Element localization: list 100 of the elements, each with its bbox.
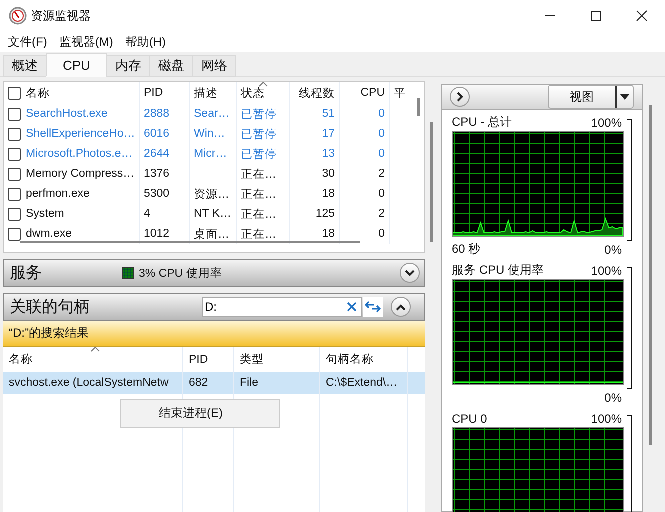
table-cell: Win… bbox=[194, 128, 226, 140]
tab[interactable]: CPU bbox=[46, 53, 108, 77]
column-header[interactable]: 类型 bbox=[240, 352, 264, 367]
table-cell: 0 bbox=[378, 148, 385, 160]
graph-title: 服务 CPU 使用率 bbox=[452, 262, 544, 279]
scrollbar-thumb[interactable] bbox=[417, 98, 420, 116]
table-cell-text: 已暂停 bbox=[241, 148, 277, 162]
column-header[interactable]: CPU bbox=[360, 87, 385, 99]
checkbox[interactable] bbox=[8, 108, 21, 120]
column-header[interactable]: 描述 bbox=[194, 86, 218, 100]
table-cell: 2 bbox=[378, 168, 385, 180]
table-cell: SearchHost.exe bbox=[26, 108, 108, 120]
table-cell-text: 正在… bbox=[241, 168, 276, 182]
expand-button[interactable] bbox=[450, 87, 470, 107]
section-title: 关联的句柄 bbox=[10, 298, 91, 318]
dropdown-button[interactable] bbox=[615, 86, 633, 108]
table-cell: File bbox=[240, 377, 259, 389]
section-header[interactable]: 关联的句柄 D: bbox=[3, 293, 425, 321]
table-cell: 18 bbox=[322, 188, 335, 200]
search-results-banner: “D:”的搜索结果 bbox=[3, 321, 425, 347]
checkbox[interactable] bbox=[8, 128, 21, 140]
table-cell: Sear… bbox=[194, 108, 230, 120]
checkbox[interactable] bbox=[8, 148, 21, 160]
tab[interactable]: 概述 bbox=[3, 55, 47, 77]
table-cell: svchost.exe (LocalSystemNetw bbox=[9, 377, 169, 389]
refresh-button[interactable] bbox=[363, 297, 383, 317]
tab[interactable]: 磁盘 bbox=[149, 55, 194, 77]
menu-item[interactable]: 结束进程(E) bbox=[121, 403, 279, 424]
gauge-icon bbox=[9, 7, 27, 25]
table-cell-text: 正在… bbox=[241, 228, 276, 242]
table-cell: 13 bbox=[322, 148, 335, 160]
table-cell: Memory Compress… bbox=[26, 168, 135, 180]
chevron-right-icon bbox=[456, 92, 464, 102]
menu-item[interactable]: 帮助(H) bbox=[125, 34, 166, 50]
table-cell: 0 bbox=[378, 128, 385, 140]
column-header[interactable]: PID bbox=[144, 87, 164, 99]
chevron-up-icon bbox=[396, 304, 406, 310]
scrollbar-thumb[interactable] bbox=[20, 241, 360, 243]
usage-meter-icon bbox=[122, 267, 134, 279]
column-header[interactable]: 状态 bbox=[241, 86, 265, 100]
checkbox[interactable] bbox=[8, 188, 21, 200]
table-cell: System bbox=[26, 208, 64, 220]
axis-label: 60 秒 bbox=[452, 241, 481, 258]
menu-item[interactable]: 文件(F) bbox=[8, 34, 48, 50]
table-cell: 2644 bbox=[144, 148, 170, 160]
table-cell-text: 正在… bbox=[241, 188, 276, 202]
axis-label: 100% bbox=[591, 412, 622, 426]
menu-item[interactable]: 监视器(M) bbox=[59, 34, 114, 50]
table-cell: 6016 bbox=[144, 128, 170, 140]
collapse-button[interactable] bbox=[391, 297, 411, 317]
clear-icon bbox=[347, 302, 357, 312]
table-cell: dwm.exe bbox=[26, 228, 72, 240]
maximize-icon bbox=[590, 10, 602, 22]
checkbox[interactable] bbox=[8, 208, 21, 220]
table-cell: 18 bbox=[322, 228, 335, 240]
table-cell: Microsoft.Photos.e… bbox=[26, 148, 133, 160]
table-cell: 0 bbox=[378, 188, 385, 200]
axis-label: 0% bbox=[604, 390, 622, 404]
caret-icon bbox=[620, 94, 630, 100]
expand-button[interactable] bbox=[400, 263, 420, 283]
table-cell-text: 正在… bbox=[241, 208, 276, 222]
axis-label: 100% bbox=[591, 264, 622, 278]
usage-summary: 3% CPU 使用率 bbox=[139, 266, 222, 280]
table-cell: NT K… bbox=[194, 208, 232, 220]
checkbox[interactable] bbox=[8, 168, 21, 180]
table-row[interactable]: svchost.exe (LocalSystemNetw 682 File C:\$Extend\… bbox=[3, 372, 425, 394]
column-header[interactable]: 句柄名称 bbox=[326, 352, 374, 367]
table-cell: 1376 bbox=[144, 168, 170, 180]
table-cell: C:\$Extend\… bbox=[326, 377, 398, 389]
table-cell: 2 bbox=[378, 208, 385, 220]
column-header[interactable]: 名称 bbox=[9, 352, 33, 367]
table-cell: 0 bbox=[378, 228, 385, 240]
search-field[interactable]: D: bbox=[202, 297, 362, 317]
column-header[interactable]: PID bbox=[189, 354, 208, 366]
column-header[interactable]: 平 bbox=[394, 86, 406, 100]
axis-label: 100% bbox=[591, 116, 622, 130]
table-cell: 51 bbox=[322, 108, 335, 120]
column-header[interactable]: 名称 bbox=[26, 86, 50, 100]
table-cell: 1012 bbox=[144, 228, 170, 240]
checkbox[interactable] bbox=[8, 86, 21, 100]
scrollbar-thumb[interactable] bbox=[430, 122, 433, 242]
table-cell: 17 bbox=[322, 128, 335, 140]
table-cell: 5300 bbox=[144, 188, 170, 200]
table-cell: perfmon.exe bbox=[26, 188, 90, 200]
tab[interactable]: 网络 bbox=[192, 55, 236, 77]
table-cell-text: 资源… bbox=[194, 188, 230, 202]
checkbox[interactable] bbox=[8, 228, 21, 240]
chevron-down-icon bbox=[405, 270, 415, 276]
table-cell: 0 bbox=[378, 108, 385, 120]
table-cell: 30 bbox=[322, 168, 335, 180]
column-header[interactable]: 线程数 bbox=[299, 86, 335, 100]
table-cell-text: 桌面… bbox=[194, 228, 230, 242]
window-title: 资源监视器 bbox=[31, 8, 91, 24]
close-icon bbox=[636, 10, 648, 22]
arrows-icon bbox=[365, 300, 381, 314]
scrollbar-thumb[interactable] bbox=[649, 105, 652, 445]
section-header[interactable]: 服务 3% CPU 使用率 bbox=[3, 259, 425, 287]
tab[interactable]: 内存 bbox=[106, 55, 150, 77]
table-cell: ShellExperienceHo… bbox=[26, 128, 136, 140]
table-cell-text: 已暂停 bbox=[241, 128, 277, 142]
